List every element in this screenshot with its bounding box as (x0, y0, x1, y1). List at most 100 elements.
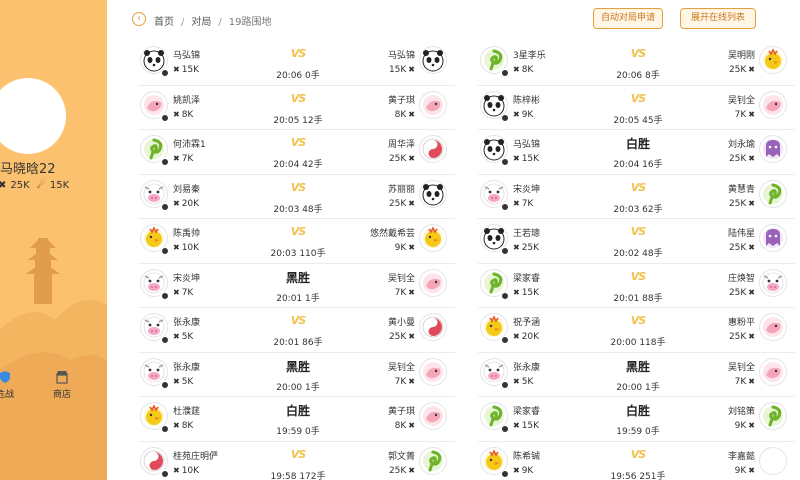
vs-label: VS (630, 180, 646, 194)
game-row[interactable]: 马弘锦 ✖ 15K VS 20:06 0手 马弘锦 15K ✖ (138, 41, 455, 86)
player2-avatar[interactable] (759, 135, 787, 163)
game-row[interactable]: 王若璁 ✖ 25K VS 20:02 48手 陆伟星 25K ✖ (478, 219, 795, 264)
black-stone-icon (161, 247, 169, 255)
player2-avatar[interactable] (419, 224, 447, 252)
move-count: 1手 (645, 382, 660, 393)
game-row[interactable]: 陈梓彬 ✖ 9K VS 20:05 45手 吴钊全 7K ✖ (478, 86, 795, 130)
black-stone-icon (161, 202, 169, 211)
breadcrumb-home[interactable]: 首页 (154, 17, 174, 28)
rank-icon: ✖ (173, 332, 180, 341)
player2-avatar[interactable] (759, 446, 787, 475)
player2-rank: 7K ✖ (395, 377, 415, 387)
back-icon[interactable]: ‹ (132, 12, 146, 26)
game-row[interactable]: 梁家睿 ✖ 15K 白胜 19:59 0手 刘铭策 9K ✖ (478, 397, 795, 442)
player1-name: 桂苑庄明俨 (173, 451, 219, 462)
black-stone-icon (161, 69, 169, 77)
player2-avatar[interactable] (419, 135, 447, 163)
player2-avatar[interactable] (759, 46, 787, 74)
game-row[interactable]: 陈禹帅 ✖ 10K VS 20:03 110手 悠然戴希芸 9K ✖ (138, 219, 455, 264)
player2-rank: 7K ✖ (395, 288, 415, 298)
player2-avatar[interactable] (759, 224, 787, 252)
rank-icon: ✖ (173, 376, 180, 386)
player2-avatar[interactable] (419, 90, 447, 119)
expand-online-list-button[interactable]: 展开在线列表 (680, 8, 756, 29)
game-row[interactable]: 宋炎坤 ✖ 7K 黑胜 20:01 1手 吴钊全 7K ✖ (138, 264, 455, 308)
black-stone-icon (501, 291, 509, 300)
black-stone-icon (501, 113, 509, 122)
rank-icon: ✖ (513, 332, 520, 341)
player2-avatar[interactable] (759, 90, 787, 119)
player2-avatar[interactable] (419, 313, 447, 341)
game-row[interactable]: 3星李乐 ✖ 8K VS 20:06 8手 吴明刚 25K ✖ (478, 41, 795, 86)
player2-avatar[interactable] (419, 46, 447, 74)
move-count: 12手 (302, 115, 323, 126)
player2-rank: 25K ✖ (389, 332, 415, 342)
player2-avatar[interactable] (419, 446, 447, 475)
vs-label: VS (630, 269, 646, 283)
rank-icon: ✖ (513, 109, 520, 119)
game-row[interactable]: 祝予涵 ✖ 20K VS 20:00 118手 惠粉平 25K ✖ (478, 308, 795, 353)
game-result: 黑胜 (285, 270, 310, 285)
player2-avatar[interactable] (419, 357, 447, 386)
player1-rank: ✖ 5K (173, 332, 193, 342)
game-meta: 19:56 251手 (588, 469, 688, 480)
player2-avatar[interactable] (419, 268, 447, 297)
game-list-left: 马弘锦 ✖ 15K VS 20:06 0手 马弘锦 15K ✖ 姚凯泽 ✖ 8K VS 20:05 12… (138, 41, 455, 480)
player2-rank: 25K ✖ (729, 199, 755, 209)
game-meta: 20:00 1手 (588, 380, 688, 393)
side-menu-battle-label: 危战 (0, 390, 14, 400)
avatar-icon (763, 361, 783, 382)
player2-rank-value: 25K (388, 154, 407, 164)
player2-rank-value: 7K (394, 287, 407, 298)
game-row[interactable]: 刘易秦 ✖ 20K VS 20:03 48手 苏丽丽 25K ✖ (138, 175, 455, 219)
player2-rank: 9K ✖ (395, 243, 415, 253)
player2-avatar[interactable] (759, 179, 787, 208)
game-result: 白胜 (285, 404, 310, 418)
game-row[interactable]: 张永康 ✖ 5K 黑胜 20:00 1手 吴钊全 7K ✖ (138, 353, 455, 397)
player1-name: 马弘锦 (173, 51, 201, 61)
user-avatar[interactable] (0, 78, 66, 154)
avatar-icon (762, 449, 784, 472)
player1-name: 张永康 (513, 362, 541, 373)
player2-rank: 8K ✖ (395, 421, 415, 431)
vs-label: VS (290, 225, 306, 238)
game-row[interactable]: 梁家睿 ✖ 15K VS 20:01 88手 庄焕智 25K ✖ (478, 264, 795, 308)
game-row[interactable]: 姚凯泽 ✖ 8K VS 20:05 12手 黄子琪 8K ✖ (138, 86, 455, 130)
auto-match-button[interactable]: 自动对局申请 (593, 8, 663, 29)
player2-avatar[interactable] (759, 313, 787, 341)
player1-rank-value: 7K (181, 154, 194, 164)
player2-rank-value: 9K (394, 243, 407, 253)
avatar-icon (763, 48, 783, 70)
player2-avatar[interactable] (759, 268, 787, 297)
rank-icon: ✖ (513, 376, 520, 386)
game-row[interactable]: 杜濮莛 ✖ 8K 白胜 19:59 0手 黄子琪 8K ✖ (138, 397, 455, 442)
black-stone-icon (161, 425, 169, 433)
player2-rank-value: 25K (728, 198, 747, 209)
user-rank: 25K (10, 180, 30, 191)
player2-avatar[interactable] (419, 402, 447, 430)
game-row[interactable]: 陈希铖 ✖ 9K VS 19:56 251手 李嘉懿 9K ✖ (478, 442, 795, 480)
player2-name: 苏丽丽 (387, 184, 415, 195)
move-count: 0手 (305, 71, 320, 81)
game-row[interactable]: 桂苑庄明俨 ✖ 10K VS 19:58 172手 郭文菁 25K ✖ (138, 442, 455, 480)
side-menu-battle[interactable]: 危战 (0, 370, 16, 400)
player2-avatar[interactable] (419, 179, 447, 208)
game-row[interactable]: 宋炎坤 ✖ 7K VS 20:03 62手 黄慧青 25K ✖ (478, 175, 795, 219)
side-menu-shop[interactable]: 商店 (48, 370, 76, 400)
player2-avatar[interactable] (759, 402, 787, 430)
player2-rank: 25K ✖ (389, 199, 415, 209)
player1-name: 祝予涵 (513, 318, 541, 328)
breadcrumb-section[interactable]: 对局 (191, 17, 211, 28)
black-stone-icon (501, 469, 509, 478)
move-count: 8手 (645, 71, 660, 81)
shield-icon (0, 371, 10, 383)
player2-rank-value: 9K (734, 421, 747, 431)
game-row[interactable]: 张永康 ✖ 5K 黑胜 20:00 1手 吴钊全 7K ✖ (478, 353, 795, 397)
player2-avatar[interactable] (759, 357, 787, 386)
game-row[interactable]: 张永康 ✖ 5K VS 20:01 86手 黄小曼 25K ✖ (138, 308, 455, 353)
player2-rank-value: 8K (394, 421, 407, 431)
game-row[interactable]: 何沛霖1 ✖ 7K VS 20:04 42手 周华泽 25K ✖ (138, 130, 455, 175)
rank-icon: ✖ (408, 243, 415, 252)
vs-label: VS (290, 314, 306, 327)
game-row[interactable]: 马弘锦 ✖ 15K 白胜 20:04 16手 刘永瑜 25K ✖ (478, 130, 795, 175)
